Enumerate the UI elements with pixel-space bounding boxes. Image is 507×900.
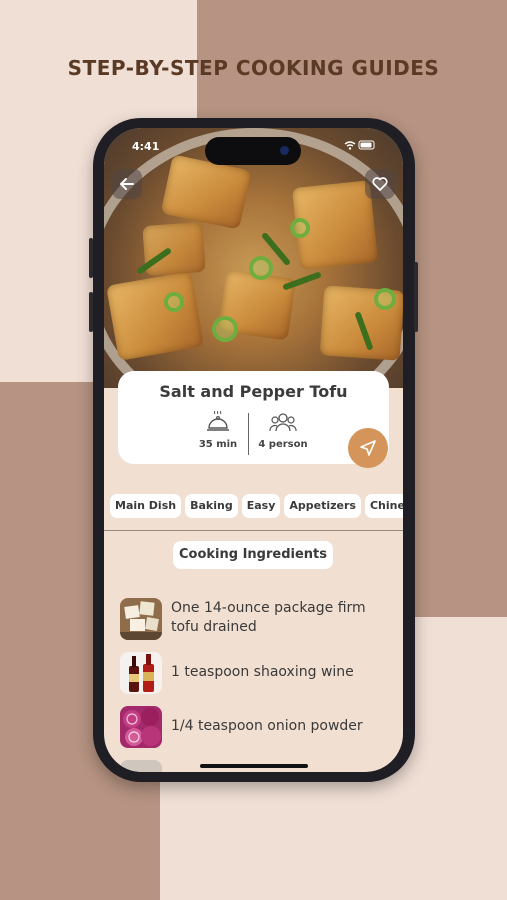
tag-chip[interactable]: Baking bbox=[185, 494, 238, 518]
dynamic-island bbox=[205, 137, 301, 165]
favorite-button[interactable] bbox=[365, 169, 395, 199]
ingredient-item: 1 teaspoon shaoxing wine bbox=[120, 652, 390, 696]
send-icon bbox=[360, 440, 376, 456]
tag-list: Main DishBakingEasyAppetizersChinese bbox=[110, 494, 403, 518]
servings-stat: 4 person bbox=[248, 411, 318, 450]
tag-chip[interactable]: Appetizers bbox=[284, 494, 361, 518]
people-icon bbox=[248, 411, 318, 437]
cook-time-label: 35 min bbox=[198, 439, 238, 450]
ingredient-item: 1/4 teaspoon onion powder bbox=[120, 706, 390, 750]
tag-chip[interactable]: Main Dish bbox=[110, 494, 182, 518]
home-indicator[interactable] bbox=[200, 764, 308, 768]
cook-time-stat: 35 min bbox=[183, 410, 253, 450]
divider bbox=[104, 530, 403, 531]
promo-headline: STEP-BY-STEP COOKING GUIDES bbox=[67, 56, 440, 80]
heart-icon bbox=[372, 177, 388, 191]
ingredient-text: 1/4 teaspoon onion powder bbox=[171, 718, 363, 734]
ingredient-item: One 14-ounce package firm tofu drained bbox=[120, 598, 390, 642]
ingredient-text: 1 teaspoon shaoxing wine bbox=[171, 664, 354, 680]
tag-chip[interactable]: Easy bbox=[241, 494, 281, 518]
recipe-title: Salt and Pepper Tofu bbox=[159, 382, 348, 401]
tag-chip[interactable]: Chinese bbox=[364, 494, 403, 518]
status-time: 4:41 bbox=[132, 140, 160, 153]
wine-bottles-image bbox=[120, 652, 162, 694]
wifi-battery-icon bbox=[343, 140, 377, 154]
recipe-hero-image bbox=[104, 128, 403, 388]
servings-label: 4 person bbox=[258, 439, 308, 450]
back-button[interactable] bbox=[112, 169, 142, 199]
phone-button bbox=[89, 292, 93, 332]
tofu-image bbox=[120, 598, 162, 640]
app-screen: 4:41 Salt and Pepper Tofu 35 min 4 perso… bbox=[104, 128, 403, 772]
share-button[interactable] bbox=[348, 428, 388, 468]
red-onion-image bbox=[120, 706, 162, 748]
phone-button bbox=[89, 238, 93, 278]
ingredient-image bbox=[120, 760, 162, 772]
ingredient-text: One 14-ounce package firm tofu drained bbox=[171, 600, 366, 635]
section-title: Cooking Ingredients bbox=[173, 541, 333, 569]
serving-cloche-icon bbox=[183, 410, 253, 437]
phone-button bbox=[414, 262, 418, 332]
arrow-left-icon bbox=[120, 178, 134, 190]
